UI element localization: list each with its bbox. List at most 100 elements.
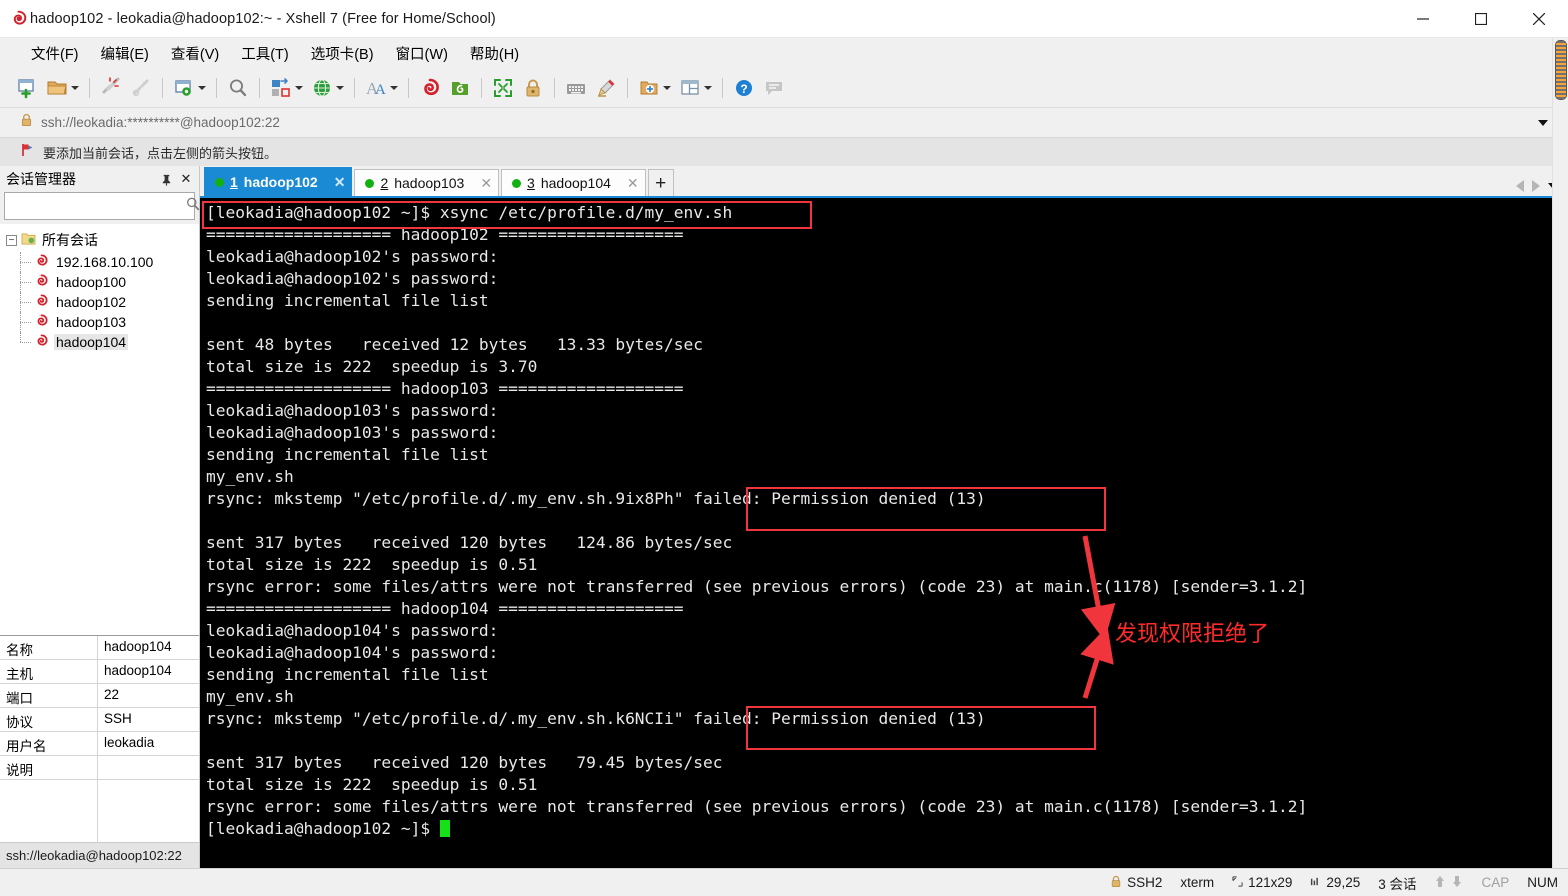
maximize-button[interactable] (1452, 0, 1510, 38)
menu-view[interactable]: 查看(V) (162, 39, 228, 68)
close-icon[interactable]: ✕ (617, 175, 639, 192)
status-dot-icon (365, 178, 375, 188)
chevron-down-icon[interactable] (336, 86, 344, 90)
session-label: hadoop102 (56, 294, 127, 310)
comment-icon[interactable] (759, 73, 789, 103)
close-button[interactable] (1510, 0, 1568, 38)
chevron-down-icon[interactable] (390, 86, 398, 90)
session-search-box[interactable] (4, 192, 200, 220)
reconnect-icon[interactable] (126, 73, 156, 103)
search-icon[interactable] (185, 196, 201, 217)
help-icon[interactable]: ? (729, 73, 759, 103)
terminal-line: sent 317 bytes received 120 bytes 124.86… (206, 533, 733, 552)
menu-edit[interactable]: 编辑(E) (92, 39, 158, 68)
tree-root-all-sessions[interactable]: − 所有会话 (0, 228, 199, 252)
menu-window[interactable]: 窗口(W) (387, 39, 457, 68)
status-dot-icon (215, 177, 224, 187)
red-flag-icon (20, 142, 36, 163)
highlight-pen-icon[interactable] (591, 73, 621, 103)
terminal-line: leokadia@hadoop103's password: (206, 423, 499, 442)
chevron-down-icon[interactable] (1538, 119, 1548, 126)
chevron-down-icon[interactable] (663, 86, 671, 90)
terminal-line: leokadia@hadoop102's password: (206, 269, 499, 288)
menu-help[interactable]: 帮助(H) (461, 39, 528, 68)
terminal-line: total size is 222 speedup is 3.70 (206, 357, 538, 376)
window-title: hadoop102 - leokadia@hadoop102:~ - Xshel… (30, 10, 496, 27)
xftp-icon[interactable] (445, 73, 475, 103)
screen-size-icon (1232, 875, 1243, 890)
session-item-192-168-10-100[interactable]: 192.168.10.100 (20, 252, 199, 272)
status-sessions: 3 会话 (1378, 873, 1416, 893)
open-folder-icon[interactable] (42, 73, 83, 103)
tab-hadoop104[interactable]: 3 hadoop104 ✕ (501, 169, 646, 196)
file-transfer-icon[interactable] (266, 73, 307, 103)
session-properties-table: 名称 hadoop104 主机 hadoop104 端口 22 协议 SSH 用… (0, 635, 199, 842)
address-bar[interactable]: ssh://leokadia:**********@hadoop102:22 (0, 107, 1568, 137)
toolbar-separator (216, 78, 217, 98)
tab-hadoop103[interactable]: 2 hadoop103 ✕ (354, 169, 500, 196)
status-size: 121x29 (1232, 875, 1292, 890)
arrow-down-icon (1451, 875, 1463, 891)
tab-number: 2 (380, 175, 389, 191)
new-session-icon[interactable] (12, 73, 42, 103)
session-item-hadoop102[interactable]: hadoop102 (20, 292, 199, 312)
address-url[interactable]: ssh://leokadia:**********@hadoop102:22 (41, 115, 280, 130)
xshell-icon[interactable] (415, 73, 445, 103)
terminal-line: total size is 222 speedup is 0.51 (206, 775, 538, 794)
disconnect-icon[interactable] (96, 73, 126, 103)
folder-sessions-icon (21, 232, 36, 249)
chevron-down-icon[interactable] (704, 86, 712, 90)
close-icon[interactable]: ✕ (324, 174, 346, 191)
layout-icon[interactable] (675, 73, 716, 103)
find-icon[interactable] (223, 73, 253, 103)
property-key: 说明 (0, 756, 98, 779)
terminal-cursor (439, 820, 450, 837)
toolbar-overflow-strip[interactable] (1552, 38, 1568, 868)
keyboard-icon[interactable] (561, 73, 591, 103)
globe-icon[interactable] (307, 73, 348, 103)
property-value: SSH (104, 711, 132, 726)
cursor-pos-icon (1310, 875, 1321, 890)
terminal-line: my_env.sh (206, 467, 294, 486)
session-properties-icon[interactable] (169, 73, 210, 103)
session-icon (34, 253, 49, 271)
session-item-hadoop103[interactable]: hadoop103 (20, 312, 199, 332)
status-protocol-label: SSH2 (1127, 875, 1163, 890)
tree-toggle-icon[interactable]: − (6, 234, 17, 246)
status-emulation-label: xterm (1180, 875, 1215, 890)
add-folder-icon[interactable] (634, 73, 675, 103)
font-icon[interactable]: A A (361, 73, 402, 103)
session-item-hadoop100[interactable]: hadoop100 (20, 272, 199, 292)
session-manager-title: 会话管理器 (6, 171, 76, 187)
menu-tabs[interactable]: 选项卡(B) (302, 39, 383, 68)
session-item-hadoop104[interactable]: hadoop104 (20, 332, 199, 352)
menu-file[interactable]: 文件(F) (22, 39, 88, 68)
lock-icon[interactable] (518, 73, 548, 103)
pin-icon[interactable] (157, 170, 175, 188)
tab-number: 3 (527, 175, 535, 191)
status-position-label: 29,25 (1326, 875, 1361, 890)
session-icon (34, 273, 49, 291)
menu-tools[interactable]: 工具(T) (232, 39, 298, 68)
session-search-input[interactable] (9, 198, 185, 214)
chevron-down-icon[interactable] (71, 86, 79, 90)
terminal-output[interactable]: [leokadia@hadoop102 ~]$ xsync /etc/profi… (200, 198, 1568, 868)
chevron-down-icon[interactable] (198, 86, 206, 90)
triangle-left-icon[interactable] (1516, 180, 1524, 192)
chevron-down-icon[interactable] (295, 86, 303, 90)
new-tab-button[interactable]: + (647, 169, 674, 196)
fullscreen-icon[interactable] (488, 73, 518, 103)
minimize-button[interactable] (1394, 0, 1452, 38)
close-icon[interactable]: ✕ (177, 170, 195, 188)
svg-text:?: ? (740, 82, 747, 96)
triangle-right-icon[interactable] (1532, 180, 1540, 192)
tab-hadoop102[interactable]: 1 hadoop102 ✕ (204, 167, 353, 196)
terminal-line: =================== hadoop104 ==========… (206, 599, 684, 618)
tree-children: 192.168.10.100 hadoop100 hadoop102 hadoo… (0, 252, 199, 352)
close-icon[interactable]: ✕ (470, 175, 492, 192)
terminal-viewport[interactable]: [leokadia@hadoop102 ~]$ xsync /etc/profi… (200, 196, 1568, 868)
toolbar-overflow-handle[interactable] (1555, 40, 1567, 100)
